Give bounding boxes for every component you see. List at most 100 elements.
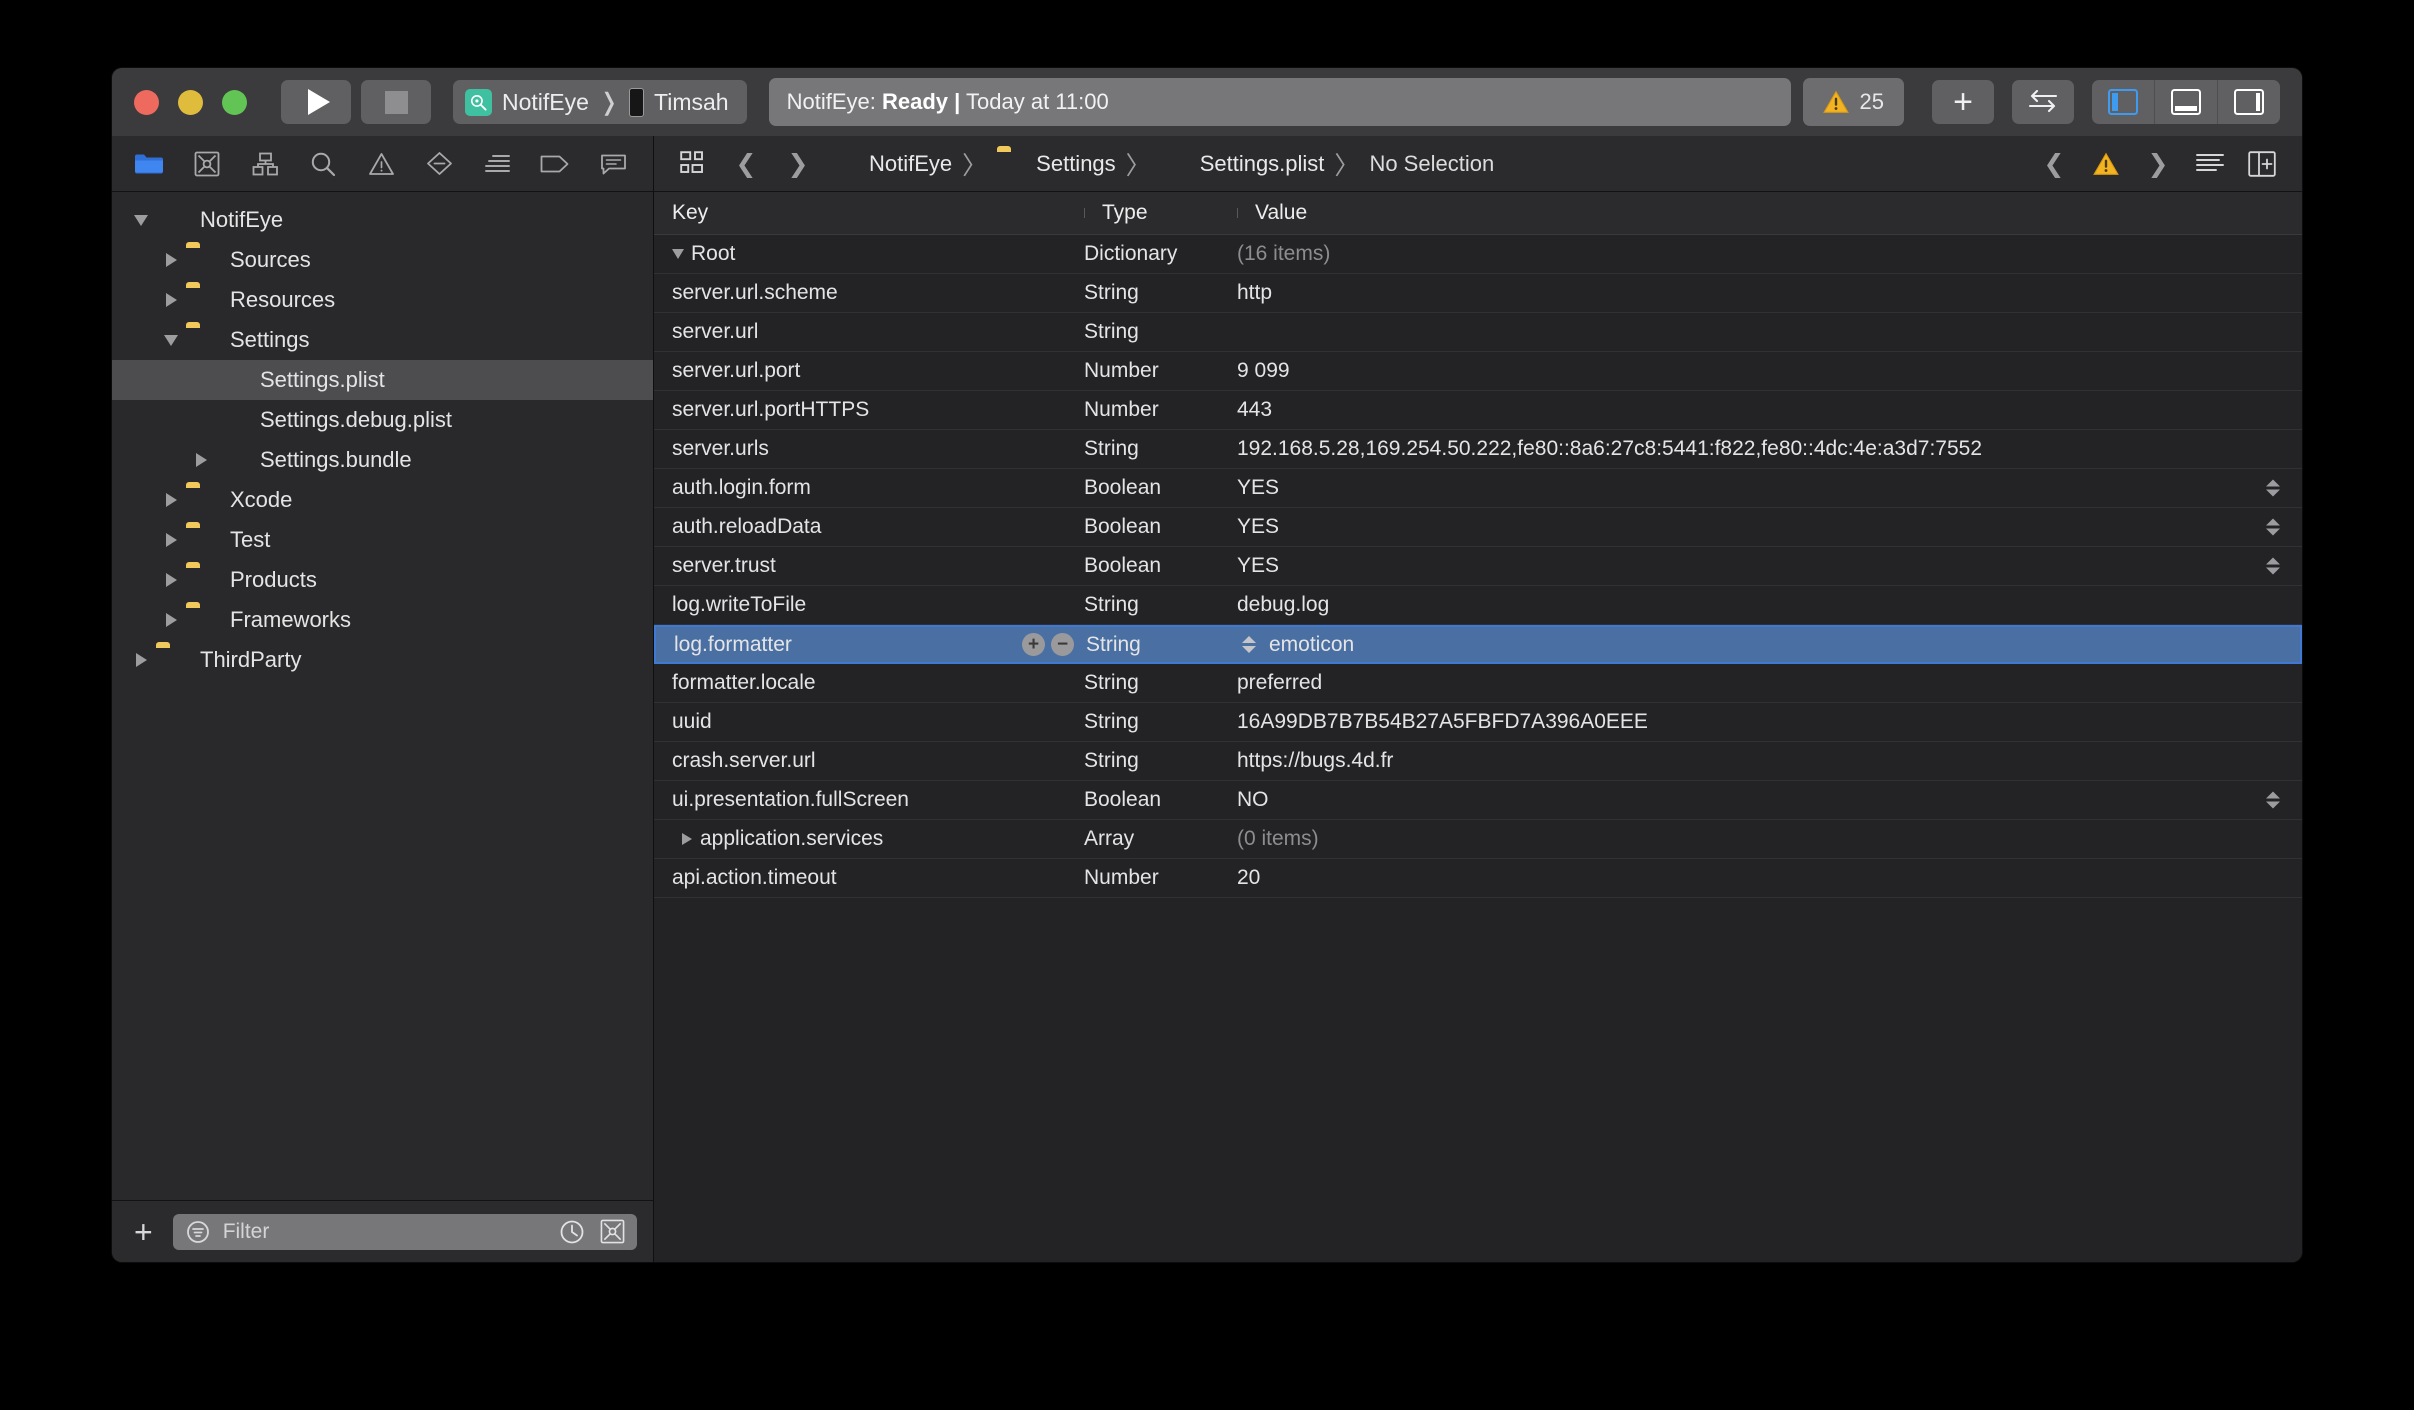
table-row[interactable]: server.url.scheme String http [654,274,2302,313]
cell-value[interactable]: 9 099 [1237,359,2302,383]
sidebar-item-project-navigator[interactable] [120,136,178,192]
toggle-inspector-button[interactable] [2217,80,2280,124]
breadcrumb[interactable]: NotifEye 〉 Settings 〉 Settings.plist 〉 No Sele… [824,146,2028,182]
table-row[interactable]: server.urls String 192.168.5.28,169.254.50… [654,430,2302,469]
tree-disclosure-triangle[interactable] [126,214,156,226]
table-row[interactable]: log.writeToFile String debug.log [654,586,2302,625]
cell-key[interactable]: server.urls [654,437,1084,461]
sidebar-item-find-navigator[interactable] [294,136,352,192]
cell-type[interactable]: Number [1084,866,1237,890]
tree-item[interactable]: Products [112,560,653,600]
cell-type[interactable]: String [1084,281,1237,305]
run-button[interactable] [281,80,351,124]
table-row[interactable]: server.url String [654,313,2302,352]
remove-row-button[interactable]: − [1051,633,1074,656]
table-row[interactable]: ui.presentation.fullScreen Boolean NO [654,781,2302,820]
cell-type[interactable]: String [1084,671,1237,695]
cell-key[interactable]: auth.login.form [654,476,1084,500]
tree-disclosure-triangle[interactable] [156,533,186,547]
cell-key[interactable]: formatter.locale [654,671,1084,695]
table-row[interactable]: application.services Array (0 items) [654,820,2302,859]
cell-value[interactable]: (16 items) [1237,242,2302,266]
minimap-button[interactable] [2184,136,2236,192]
cell-key[interactable]: log.writeToFile [654,593,1084,617]
cell-key[interactable]: server.url.scheme [654,281,1084,305]
add-editor-button[interactable]: + [1932,80,1994,124]
close-window-button[interactable] [134,89,159,115]
cell-value[interactable]: 443 [1237,398,2302,422]
cell-key[interactable]: server.url.portHTTPS [654,398,1084,422]
cell-value[interactable]: 20 [1237,866,2302,890]
activity-status-bar[interactable]: NotifEye: Ready | Today at 11:00 [768,78,1791,126]
cell-key[interactable]: api.action.timeout [654,866,1084,890]
column-header-type[interactable]: Type [1084,201,1237,225]
cell-value[interactable]: 16A99DB7B7B54B27A5FBFD7A396A0EEE [1237,710,2302,734]
cell-key[interactable]: auth.reloadData [654,515,1084,539]
column-header-key[interactable]: Key [654,201,1084,225]
cell-type[interactable]: String [1084,437,1237,461]
table-row[interactable]: formatter.locale String preferred [654,664,2302,703]
cell-value[interactable]: preferred [1237,671,2302,695]
cell-type[interactable]: String [1086,633,1239,657]
previous-issue-button[interactable]: ❮ [2028,136,2080,192]
boolean-value-stepper[interactable] [2266,791,2280,809]
related-items-button[interactable] [668,136,720,192]
tree-disclosure-triangle[interactable] [156,293,186,307]
cell-key[interactable]: Root [654,242,1084,266]
cell-type[interactable]: Array [1084,827,1237,851]
cell-value[interactable]: 192.168.5.28,169.254.50.222,fe80::8a6:27… [1237,437,2302,461]
boolean-value-stepper[interactable] [2266,518,2280,536]
breadcrumb-item[interactable]: Settings [991,151,1122,177]
sidebar-item-test-navigator[interactable] [410,136,468,192]
cell-value[interactable]: emoticon [1239,632,2300,658]
cell-type[interactable]: Boolean [1084,515,1237,539]
scm-filter-button[interactable] [597,1217,627,1247]
tree-item[interactable]: Frameworks [112,600,653,640]
cell-key[interactable]: uuid [654,710,1084,734]
cell-value[interactable]: YES [1237,476,2302,500]
tree-item[interactable]: Settings.bundle [112,440,653,480]
tree-disclosure-triangle[interactable] [156,573,186,587]
tree-item[interactable]: Resources [112,280,653,320]
next-issue-button[interactable]: ❯ [2132,136,2184,192]
tree-item[interactable]: Xcode [112,480,653,520]
table-row[interactable]: auth.login.form Boolean YES [654,469,2302,508]
sidebar-item-issue-navigator[interactable] [352,136,410,192]
table-row[interactable]: Root Dictionary (16 items) [654,235,2302,274]
cell-key[interactable]: crash.server.url [654,749,1084,773]
scheme-destination-selector[interactable]: NotifEye ❭ Timsah [453,80,747,124]
cell-type[interactable]: String [1084,710,1237,734]
tree-item[interactable]: Test [112,520,653,560]
table-row[interactable]: server.url.port Number 9 099 [654,352,2302,391]
filter-input[interactable]: Filter [172,1213,637,1250]
minimize-window-button[interactable] [178,89,203,115]
tree-item[interactable]: Settings.plist [112,360,653,400]
project-navigator-tree[interactable]: NotifEye Sources Resources Settings Settings… [112,192,653,1200]
table-row[interactable]: log.formatter + − String emoticon [654,625,2302,664]
tree-disclosure-triangle[interactable] [156,253,186,267]
sidebar-item-debug-navigator[interactable] [468,136,526,192]
go-forward-button[interactable]: ❯ [772,136,824,192]
cell-value[interactable]: https://bugs.4d.fr [1237,749,2302,773]
boolean-value-stepper[interactable] [2266,479,2280,497]
go-back-button[interactable]: ❮ [720,136,772,192]
sidebar-item-symbol-navigator[interactable] [236,136,294,192]
table-row[interactable]: server.url.portHTTPS Number 443 [654,391,2302,430]
cell-key[interactable]: server.url.port [654,359,1084,383]
tree-disclosure-triangle[interactable] [156,334,186,346]
chevron-down-icon[interactable] [672,249,684,259]
tree-item[interactable]: Settings [112,320,653,360]
table-row[interactable]: uuid String 16A99DB7B7B54B27A5FBFD7A396A0E… [654,703,2302,742]
cell-type[interactable]: String [1084,749,1237,773]
cell-type[interactable]: String [1084,320,1237,344]
table-row[interactable]: api.action.timeout Number 20 [654,859,2302,898]
toggle-navigator-button[interactable] [2092,80,2154,124]
cell-key[interactable]: server.trust [654,554,1084,578]
cell-type[interactable]: Dictionary [1084,242,1237,266]
stop-button[interactable] [361,80,431,124]
chevron-right-icon[interactable] [682,833,692,845]
tree-item[interactable]: ThirdParty [112,640,653,680]
cell-value[interactable]: http [1237,281,2302,305]
cell-value[interactable]: NO [1237,788,2302,812]
breadcrumb-item[interactable]: NotifEye [824,151,958,177]
